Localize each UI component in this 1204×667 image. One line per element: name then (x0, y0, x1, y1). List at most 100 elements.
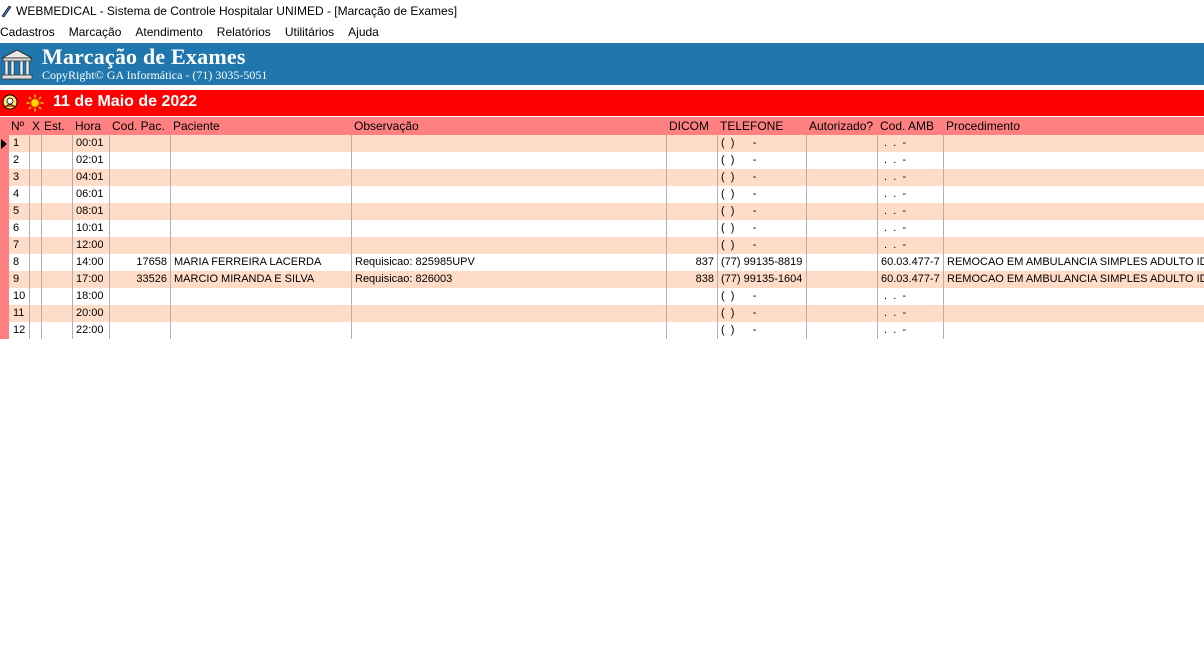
cell-paciente[interactable] (171, 322, 352, 339)
col-header-no[interactable]: Nº (9, 117, 30, 135)
table-row[interactable]: 5 08:01 ( ) - . . - (0, 203, 1204, 220)
cell-paciente[interactable] (171, 203, 352, 220)
cell-cod-amb[interactable]: . . - (878, 203, 944, 220)
cell-paciente[interactable] (171, 186, 352, 203)
cell-est[interactable] (42, 271, 73, 288)
cell-dicom[interactable] (667, 220, 718, 237)
cell-procedimento[interactable] (944, 186, 1204, 203)
cell-telefone[interactable]: ( ) - (718, 322, 807, 339)
cell-cod-amb[interactable]: . . - (878, 186, 944, 203)
cell-dicom[interactable] (667, 152, 718, 169)
cell-paciente[interactable] (171, 152, 352, 169)
cell-est[interactable] (42, 288, 73, 305)
cell-observacao[interactable] (352, 135, 667, 152)
table-row[interactable]: 3 04:01 ( ) - . . - (0, 169, 1204, 186)
row-indicator[interactable] (0, 322, 9, 339)
cell-procedimento[interactable]: REMOCAO EM AMBULANCIA SIMPLES ADULTO IDA… (944, 254, 1204, 271)
cell-cod-amb[interactable]: . . - (878, 220, 944, 237)
col-header-cod-amb[interactable]: Cod. AMB (878, 117, 944, 135)
cell-cod-amb[interactable]: . . - (878, 169, 944, 186)
cell-paciente[interactable] (171, 288, 352, 305)
cell-dicom[interactable]: 838 (667, 271, 718, 288)
cell-x[interactable] (30, 237, 42, 254)
cell-cod-pac[interactable] (110, 152, 171, 169)
row-indicator[interactable] (0, 305, 9, 322)
col-header-est[interactable]: Est. (42, 117, 73, 135)
cell-hora[interactable]: 08:01 (73, 203, 110, 220)
cell-cod-pac[interactable] (110, 203, 171, 220)
cell-x[interactable] (30, 186, 42, 203)
cell-paciente[interactable] (171, 237, 352, 254)
cell-cod-pac[interactable] (110, 305, 171, 322)
cell-est[interactable] (42, 203, 73, 220)
cell-no[interactable]: 11 (9, 305, 30, 322)
cell-dicom[interactable] (667, 203, 718, 220)
cell-telefone[interactable]: ( ) - (718, 152, 807, 169)
cell-telefone[interactable]: (77) 99135-8819 (718, 254, 807, 271)
cell-x[interactable] (30, 135, 42, 152)
cell-paciente[interactable]: MARCIO MIRANDA E SILVA (171, 271, 352, 288)
col-header-telefone[interactable]: TELEFONE (718, 117, 807, 135)
cell-telefone[interactable]: ( ) - (718, 305, 807, 322)
cell-telefone[interactable]: ( ) - (718, 220, 807, 237)
cell-paciente[interactable] (171, 135, 352, 152)
cell-hora[interactable]: 18:00 (73, 288, 110, 305)
cell-procedimento[interactable] (944, 169, 1204, 186)
cell-observacao[interactable]: Requisicao: 825985UPV (352, 254, 667, 271)
menu-ajuda[interactable]: Ajuda (341, 25, 386, 39)
cell-no[interactable]: 3 (9, 169, 30, 186)
cell-x[interactable] (30, 288, 42, 305)
row-indicator[interactable] (0, 220, 9, 237)
table-row[interactable]: 10 18:00 ( ) - . . - (0, 288, 1204, 305)
table-row[interactable]: 12 22:00 ( ) - . . - (0, 322, 1204, 339)
cell-x[interactable] (30, 203, 42, 220)
user-avatar-icon[interactable] (2, 94, 18, 110)
cell-x[interactable] (30, 220, 42, 237)
menu-cadastros[interactable]: Cadastros (0, 25, 62, 39)
cell-dicom[interactable] (667, 135, 718, 152)
cell-no[interactable]: 12 (9, 322, 30, 339)
cell-procedimento[interactable] (944, 237, 1204, 254)
cell-observacao[interactable] (352, 305, 667, 322)
cell-x[interactable] (30, 169, 42, 186)
cell-no[interactable]: 5 (9, 203, 30, 220)
col-header-hora[interactable]: Hora (73, 117, 110, 135)
cell-dicom[interactable] (667, 186, 718, 203)
cell-procedimento[interactable] (944, 203, 1204, 220)
cell-autorizado[interactable] (807, 322, 878, 339)
cell-x[interactable] (30, 254, 42, 271)
cell-procedimento[interactable] (944, 288, 1204, 305)
cell-no[interactable]: 10 (9, 288, 30, 305)
cell-est[interactable] (42, 135, 73, 152)
cell-observacao[interactable] (352, 220, 667, 237)
cell-dicom[interactable] (667, 305, 718, 322)
row-indicator[interactable] (0, 203, 9, 220)
cell-telefone[interactable]: (77) 99135-1604 (718, 271, 807, 288)
cell-est[interactable] (42, 152, 73, 169)
menu-atendimento[interactable]: Atendimento (128, 25, 209, 39)
table-row[interactable]: 2 02:01 ( ) - . . - (0, 152, 1204, 169)
cell-hora[interactable]: 04:01 (73, 169, 110, 186)
cell-cod-amb[interactable]: . . - (878, 305, 944, 322)
row-indicator[interactable] (0, 169, 9, 186)
cell-cod-amb[interactable]: 60.03.477-7 (878, 254, 944, 271)
cell-hora[interactable]: 10:01 (73, 220, 110, 237)
cell-est[interactable] (42, 220, 73, 237)
col-header-cod-pac[interactable]: Cod. Pac. (110, 117, 171, 135)
cell-observacao[interactable] (352, 152, 667, 169)
menu-relatorios[interactable]: Relatórios (210, 25, 278, 39)
exam-schedule-grid[interactable]: Nº X Est. Hora Cod. Pac. Paciente Observ… (0, 117, 1204, 339)
cell-cod-amb[interactable]: . . - (878, 152, 944, 169)
table-row[interactable]: 1 00:01 ( ) - . . - (0, 135, 1204, 152)
cell-x[interactable] (30, 322, 42, 339)
cell-cod-pac[interactable]: 17658 (110, 254, 171, 271)
cell-procedimento[interactable] (944, 220, 1204, 237)
cell-x[interactable] (30, 305, 42, 322)
cell-est[interactable] (42, 186, 73, 203)
cell-observacao[interactable] (352, 237, 667, 254)
cell-cod-amb[interactable]: . . - (878, 237, 944, 254)
table-row[interactable]: 4 06:01 ( ) - . . - (0, 186, 1204, 203)
cell-cod-pac[interactable] (110, 169, 171, 186)
cell-est[interactable] (42, 169, 73, 186)
cell-procedimento[interactable] (944, 135, 1204, 152)
